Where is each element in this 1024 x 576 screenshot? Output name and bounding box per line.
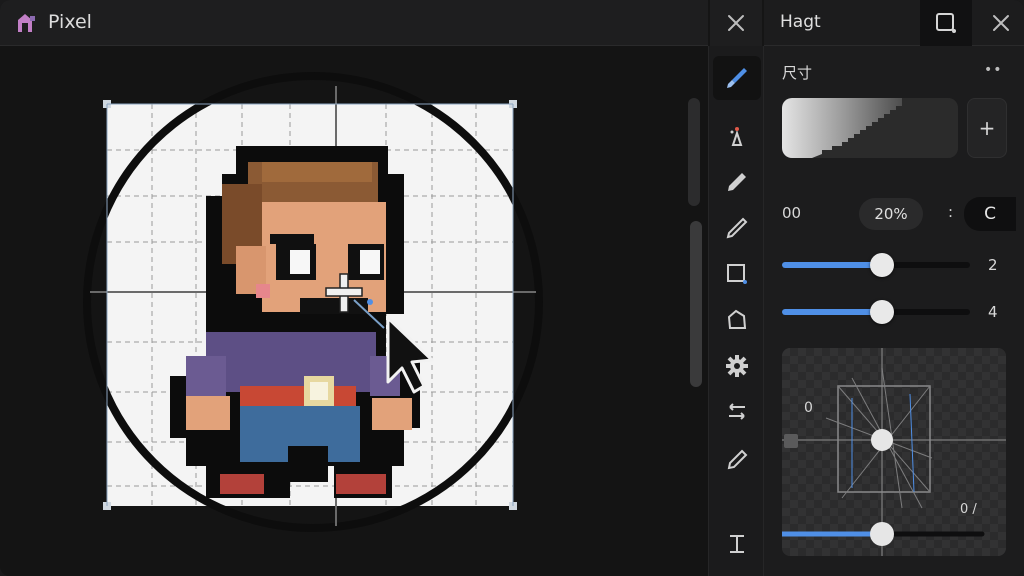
spray-icon xyxy=(730,127,743,146)
tool-pen[interactable] xyxy=(713,206,761,250)
size-slider[interactable] xyxy=(782,253,970,277)
separator-colon: : xyxy=(948,203,954,221)
eyedropper-icon xyxy=(727,449,748,470)
panel-header: Hagt xyxy=(764,0,1024,46)
panel-title: Hagt xyxy=(780,12,821,32)
panel-close-button[interactable] xyxy=(978,0,1024,46)
select-rect-icon xyxy=(727,264,747,284)
size-slider-value: 2 xyxy=(988,256,998,274)
close-canvas-button[interactable] xyxy=(710,0,762,46)
scrollbar-thumb[interactable] xyxy=(690,221,702,387)
add-brush-button[interactable]: + xyxy=(967,98,1007,158)
panel-select-button[interactable] xyxy=(920,0,972,46)
opacity-percent-pill[interactable]: 20% xyxy=(859,198,923,230)
opacity-slider[interactable] xyxy=(782,300,970,324)
preview-label-right: 0 / xyxy=(960,502,977,517)
app-logo-icon xyxy=(18,14,35,32)
tool-select-rect[interactable] xyxy=(713,252,761,296)
tool-lasso[interactable] xyxy=(713,298,761,342)
close-icon xyxy=(993,15,1009,31)
app-title: Pixel xyxy=(48,11,92,33)
tool-brush[interactable] xyxy=(713,56,761,100)
brush-shape-preview[interactable]: 0 0 / xyxy=(782,348,1006,556)
settings-gear-icon xyxy=(726,355,748,377)
title-bar: Pixel xyxy=(0,0,708,46)
preview-label-left: 0 xyxy=(804,400,813,416)
pencil-icon xyxy=(728,173,746,191)
text-tool-icon xyxy=(730,535,744,553)
scrollbar-track-top[interactable] xyxy=(688,98,700,206)
value-field[interactable]: 00 xyxy=(782,204,801,222)
tool-text[interactable] xyxy=(713,522,761,566)
shape-preview-graphic xyxy=(782,348,1006,556)
properties-panel: Hagt 尺寸 •• + 00 20% : C 2 4 0 0 / xyxy=(764,0,1024,576)
tool-column xyxy=(708,46,764,576)
opacity-slider-knob[interactable] xyxy=(870,300,894,324)
tool-pencil[interactable] xyxy=(713,160,761,204)
pixel-app-window: Pixel Hagt 尺寸 •• + 00 20%: C 2 4 0 0 / xyxy=(0,0,1024,576)
size-slider-knob[interactable] xyxy=(870,253,894,277)
gradient-preview[interactable] xyxy=(782,98,958,158)
lasso-icon xyxy=(727,309,747,329)
size-label: 尺寸 xyxy=(782,64,813,82)
gradient-steps xyxy=(812,98,958,158)
selection-square-icon xyxy=(936,13,956,33)
swap-icon xyxy=(729,403,745,420)
pixel-character xyxy=(170,146,420,498)
brush-icon xyxy=(727,68,747,88)
close-icon xyxy=(728,15,744,31)
more-options-button[interactable]: •• xyxy=(984,62,1003,78)
pen-icon xyxy=(726,217,748,239)
drawing-canvas[interactable] xyxy=(0,46,708,576)
tool-spray[interactable] xyxy=(713,114,761,158)
opacity-slider-fill xyxy=(782,309,882,315)
mode-c-button[interactable]: C xyxy=(964,197,1016,231)
opacity-slider-value: 4 xyxy=(988,303,998,321)
size-slider-fill xyxy=(782,262,882,268)
tool-settings[interactable] xyxy=(713,344,761,388)
tool-eyedropper[interactable] xyxy=(713,438,761,482)
canvas-area[interactable] xyxy=(0,46,708,576)
tool-swap[interactable] xyxy=(713,390,761,434)
